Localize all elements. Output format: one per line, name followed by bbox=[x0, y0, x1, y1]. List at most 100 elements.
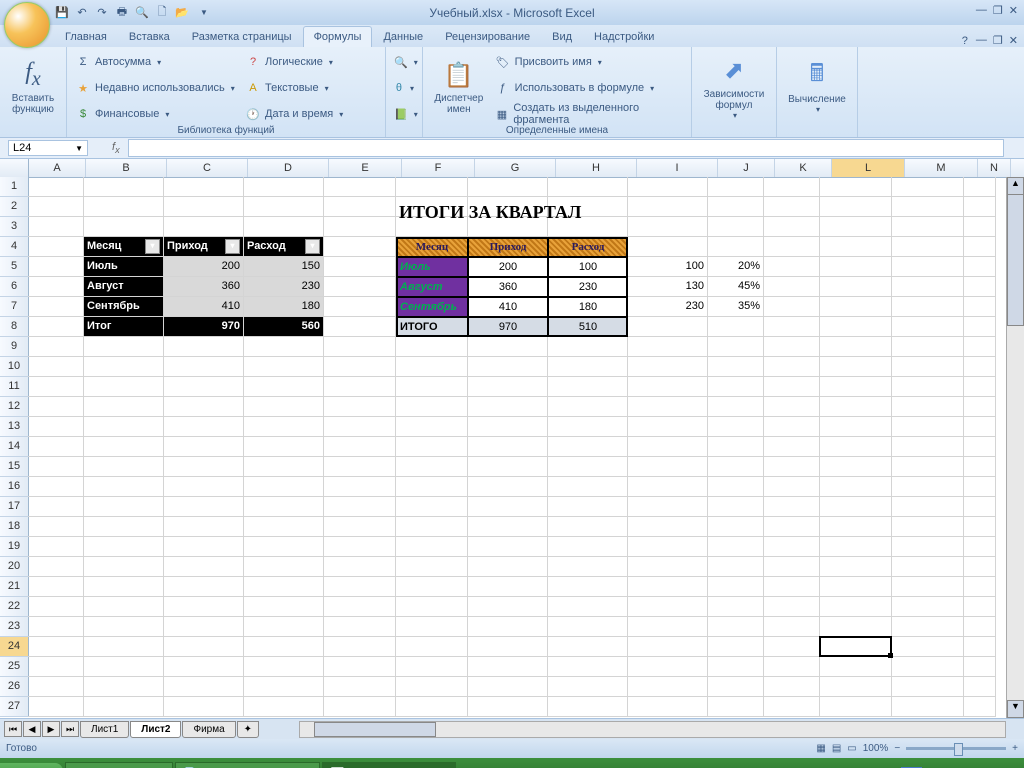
cell[interactable] bbox=[468, 557, 548, 577]
cell[interactable] bbox=[764, 197, 820, 217]
row-header[interactable]: 4 bbox=[0, 237, 28, 257]
undo-icon[interactable]: ↶ bbox=[74, 5, 90, 21]
cell[interactable] bbox=[468, 657, 548, 677]
row-header[interactable]: 8 bbox=[0, 317, 28, 337]
cell[interactable] bbox=[764, 257, 820, 277]
cell[interactable] bbox=[708, 397, 764, 417]
cell[interactable] bbox=[28, 437, 84, 457]
row-header[interactable]: 1 bbox=[0, 177, 28, 197]
cell[interactable] bbox=[628, 177, 708, 197]
cell[interactable] bbox=[28, 297, 84, 317]
cell[interactable] bbox=[548, 617, 628, 637]
cell[interactable] bbox=[324, 697, 396, 717]
name-manager-button[interactable]: 📋 Диспетчер имен bbox=[427, 49, 491, 125]
sheet-tab[interactable]: Лист2 bbox=[130, 721, 181, 738]
col-header[interactable]: E bbox=[329, 159, 402, 177]
cell[interactable] bbox=[244, 397, 324, 417]
cell[interactable] bbox=[396, 637, 468, 657]
data-cell[interactable]: Приход bbox=[468, 237, 548, 257]
data-cell[interactable]: 200 bbox=[468, 257, 548, 277]
cell[interactable] bbox=[324, 457, 396, 477]
cell[interactable] bbox=[468, 177, 548, 197]
cell[interactable] bbox=[28, 337, 84, 357]
cell[interactable] bbox=[820, 497, 892, 517]
cell[interactable] bbox=[764, 277, 820, 297]
ribbon-tab-7[interactable]: Надстройки bbox=[583, 26, 665, 47]
cell[interactable] bbox=[324, 677, 396, 697]
data-cell[interactable]: Месяц▾ bbox=[84, 237, 164, 257]
cell[interactable] bbox=[892, 677, 964, 697]
mdi-min-icon[interactable]: — bbox=[976, 34, 987, 47]
logical-button[interactable]: ?Логические▾ bbox=[241, 49, 381, 75]
cell[interactable] bbox=[820, 637, 892, 657]
col-header[interactable]: I bbox=[637, 159, 718, 177]
cell[interactable] bbox=[764, 237, 820, 257]
cell[interactable] bbox=[396, 377, 468, 397]
cell[interactable] bbox=[396, 437, 468, 457]
preview-icon[interactable]: 🔍 bbox=[134, 5, 150, 21]
cell[interactable] bbox=[820, 477, 892, 497]
cell[interactable] bbox=[548, 497, 628, 517]
autosum-button[interactable]: ΣАвтосумма▾ bbox=[71, 49, 241, 75]
mdi-close-icon[interactable]: ✕ bbox=[1009, 34, 1018, 47]
data-cell[interactable]: Месяц bbox=[396, 237, 468, 257]
ribbon-tab-2[interactable]: Разметка страницы bbox=[181, 26, 303, 47]
cell[interactable] bbox=[28, 677, 84, 697]
sheet-tab[interactable]: Фирма bbox=[182, 721, 235, 738]
cell[interactable] bbox=[820, 177, 892, 197]
data-cell[interactable]: 100 bbox=[628, 257, 708, 277]
col-header[interactable]: G bbox=[475, 159, 556, 177]
cell[interactable] bbox=[396, 697, 468, 717]
cell[interactable] bbox=[84, 497, 164, 517]
cell[interactable] bbox=[28, 197, 84, 217]
cell[interactable] bbox=[820, 617, 892, 637]
use-in-formula-button[interactable]: ƒИспользовать в формуле▾ bbox=[491, 75, 687, 101]
cell[interactable] bbox=[892, 597, 964, 617]
cell[interactable] bbox=[164, 397, 244, 417]
cell[interactable] bbox=[892, 517, 964, 537]
cell[interactable] bbox=[820, 417, 892, 437]
cell[interactable] bbox=[244, 417, 324, 437]
cell[interactable] bbox=[764, 497, 820, 517]
cell[interactable] bbox=[324, 637, 396, 657]
cell[interactable] bbox=[964, 217, 996, 237]
cell[interactable] bbox=[764, 357, 820, 377]
col-header[interactable]: N bbox=[978, 159, 1011, 177]
horizontal-scrollbar[interactable] bbox=[299, 721, 1006, 738]
cell[interactable] bbox=[28, 637, 84, 657]
cell[interactable] bbox=[244, 577, 324, 597]
cell[interactable] bbox=[396, 457, 468, 477]
cell[interactable] bbox=[84, 337, 164, 357]
cell[interactable] bbox=[244, 497, 324, 517]
cell[interactable] bbox=[892, 237, 964, 257]
cell[interactable] bbox=[964, 277, 996, 297]
cell[interactable] bbox=[628, 517, 708, 537]
row-header[interactable]: 19 bbox=[0, 537, 28, 557]
cell[interactable] bbox=[548, 397, 628, 417]
cell[interactable] bbox=[84, 477, 164, 497]
cell[interactable] bbox=[164, 517, 244, 537]
cell[interactable] bbox=[28, 557, 84, 577]
cell[interactable] bbox=[708, 417, 764, 437]
cell[interactable] bbox=[964, 377, 996, 397]
cell[interactable] bbox=[468, 357, 548, 377]
cell[interactable] bbox=[820, 457, 892, 477]
mdi-max-icon[interactable]: ❐ bbox=[993, 34, 1003, 47]
cell[interactable] bbox=[892, 397, 964, 417]
cell[interactable] bbox=[324, 417, 396, 437]
cell[interactable] bbox=[964, 697, 996, 717]
cell[interactable] bbox=[324, 197, 396, 217]
cell[interactable] bbox=[548, 437, 628, 457]
cell[interactable] bbox=[764, 537, 820, 557]
worksheet-grid[interactable]: ABCDEFGHIJKLMN 1234567891011121314151617… bbox=[0, 159, 1024, 718]
cell[interactable] bbox=[764, 557, 820, 577]
tab-next-icon[interactable]: ▶ bbox=[42, 721, 60, 737]
cell[interactable] bbox=[708, 357, 764, 377]
cell[interactable] bbox=[468, 377, 548, 397]
cell[interactable] bbox=[820, 217, 892, 237]
cell[interactable] bbox=[892, 257, 964, 277]
cell[interactable] bbox=[548, 177, 628, 197]
save-icon[interactable]: 💾 bbox=[54, 5, 70, 21]
lookup-button[interactable]: 🔍▾ bbox=[390, 49, 418, 75]
hscroll-thumb[interactable] bbox=[314, 722, 436, 737]
